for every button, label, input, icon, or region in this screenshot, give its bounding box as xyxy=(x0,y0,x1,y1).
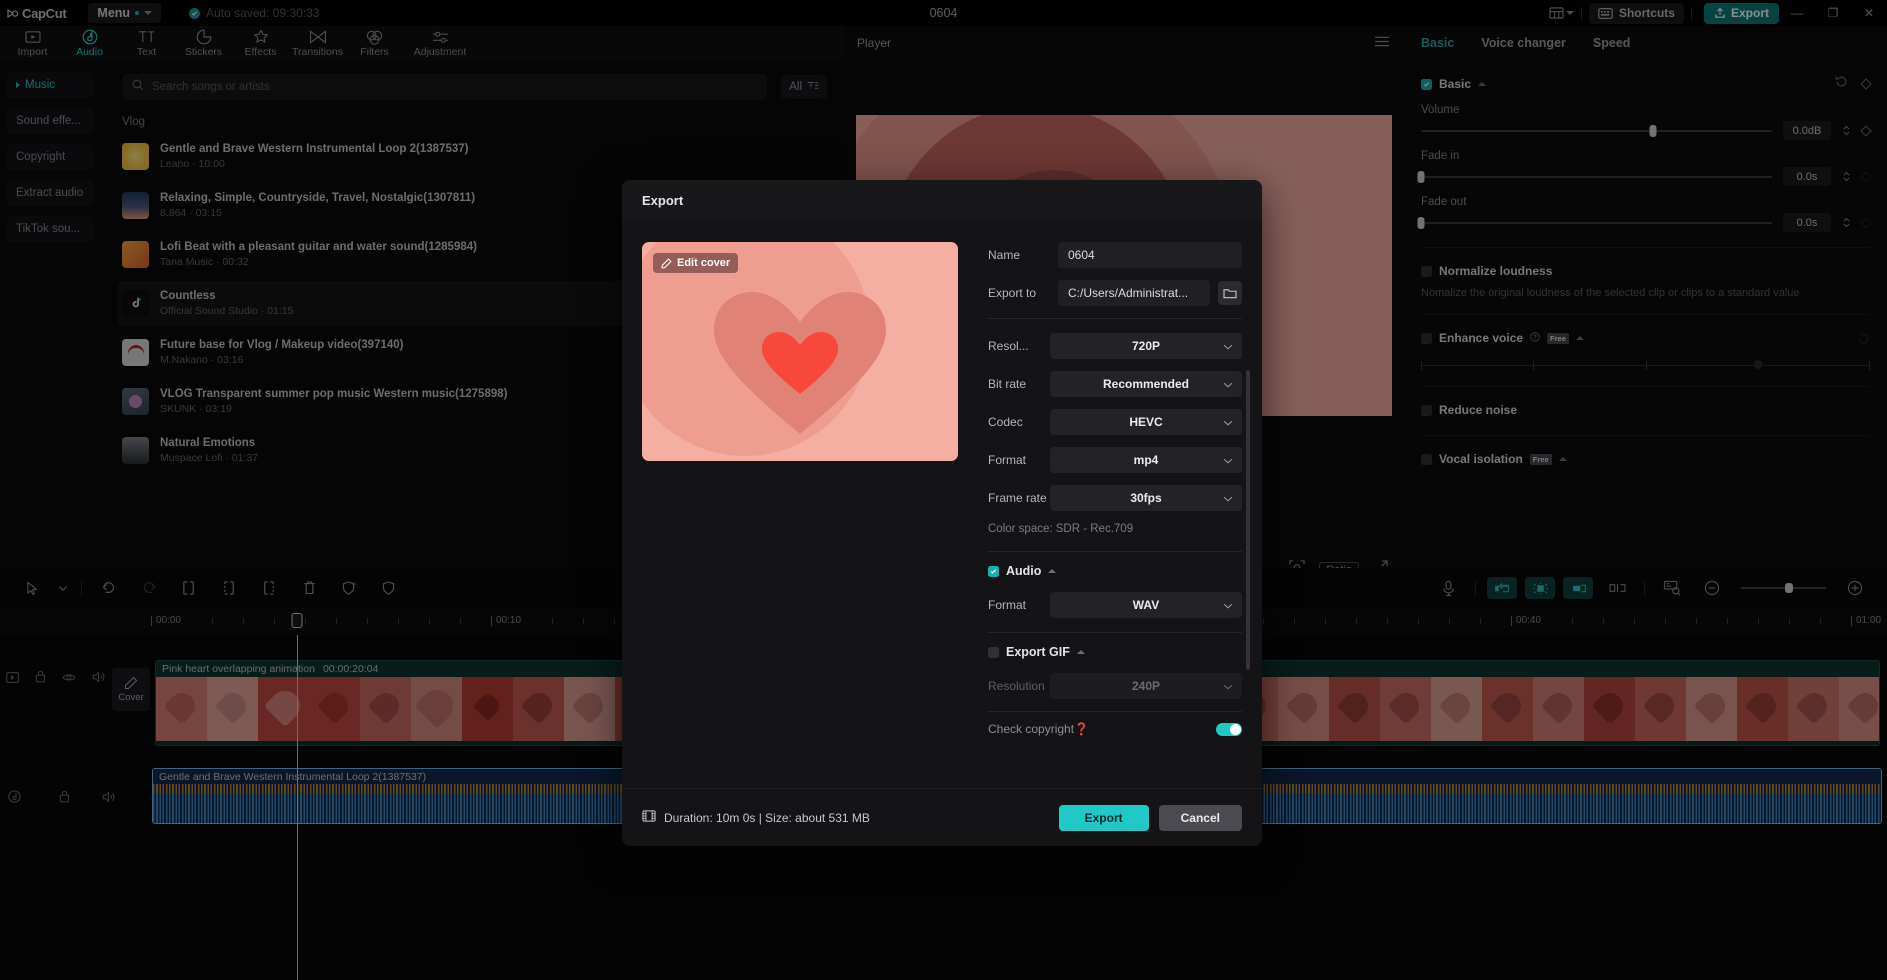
export-dialog-title: Export xyxy=(622,180,1262,220)
color-space-text: Color space: SDR - Rec.709 xyxy=(988,523,1134,535)
audio-checkbox[interactable] xyxy=(988,565,999,577)
copyright-label: Check copyright❓ xyxy=(988,722,1089,736)
folder-icon[interactable] xyxy=(1218,281,1242,305)
divider xyxy=(988,551,1242,552)
chevron-down-icon xyxy=(1223,491,1233,505)
film-icon xyxy=(642,809,656,826)
duration-text: Duration: 10m 0s | Size: about 531 MB xyxy=(664,810,870,825)
chevron-up-icon[interactable] xyxy=(1048,569,1057,573)
name-row: Name 0604 xyxy=(988,242,1242,268)
gif-section-title: Export GIF xyxy=(1006,645,1070,659)
export-fields: Name 0604 Export to C:/Users/Administrat… xyxy=(988,242,1250,738)
audio-format-select[interactable]: WAV xyxy=(1050,592,1242,618)
format-value: mp4 xyxy=(1133,453,1159,467)
copyright-toggle[interactable] xyxy=(1216,722,1242,736)
chevron-down-icon xyxy=(1223,377,1233,391)
bitrate-value: Recommended xyxy=(1102,377,1190,391)
export-to-label: Export to xyxy=(988,286,1037,300)
bitrate-row: Bit rate Recommended xyxy=(988,371,1242,397)
framerate-label: Frame rate xyxy=(988,491,1047,505)
audio-format-label: Format xyxy=(988,598,1027,612)
name-label: Name xyxy=(988,248,1021,262)
chevron-down-icon xyxy=(1223,679,1233,693)
chevron-down-icon xyxy=(1223,339,1233,353)
resolution-select[interactable]: 720P xyxy=(1050,333,1242,359)
modal-scrollbar[interactable] xyxy=(1246,370,1250,670)
audio-section-title: Audio xyxy=(1006,564,1042,578)
audio-section-header: Audio xyxy=(988,564,1242,578)
format-label: Format xyxy=(988,453,1027,467)
export-dialog: Export Edit cover Name 0604 Export to C:… xyxy=(622,180,1262,846)
cover-preview[interactable]: Edit cover xyxy=(642,242,958,461)
gif-resolution-row: Resolution 240P xyxy=(988,673,1242,699)
duration-info: Duration: 10m 0s | Size: about 531 MB xyxy=(642,809,870,826)
resolution-row: Resol... 720P xyxy=(988,333,1242,359)
heart-art xyxy=(714,292,886,434)
format-select[interactable]: mp4 xyxy=(1050,447,1242,473)
framerate-row: Frame rate 30fps xyxy=(988,485,1242,511)
chevron-down-icon xyxy=(1223,415,1233,429)
bitrate-select[interactable]: Recommended xyxy=(1050,371,1242,397)
codec-value: HEVC xyxy=(1129,415,1163,429)
framerate-select[interactable]: 30fps xyxy=(1050,485,1242,511)
capcut-window: CapCut Menu Auto saved: 09:30:33 0604 Sh… xyxy=(0,0,1887,980)
chevron-down-icon xyxy=(1223,453,1233,467)
format-row: Format mp4 xyxy=(988,447,1242,473)
gif-resolution-label: Resolution xyxy=(988,679,1045,693)
gif-section-header: Export GIF xyxy=(988,645,1242,659)
divider xyxy=(988,632,1242,633)
edit-cover-label: Edit cover xyxy=(677,257,731,269)
export-to-input[interactable]: C:/Users/Administrat... xyxy=(1058,280,1210,306)
export-dialog-footer: Duration: 10m 0s | Size: about 531 MB Ex… xyxy=(622,788,1262,846)
codec-row: Codec HEVC xyxy=(988,409,1242,435)
name-input[interactable]: 0604 xyxy=(1058,242,1242,268)
codec-select[interactable]: HEVC xyxy=(1050,409,1242,435)
audio-format-value: WAV xyxy=(1132,598,1160,612)
copyright-row: Check copyright❓ xyxy=(988,720,1242,738)
pencil-icon xyxy=(661,257,672,268)
export-dialog-body: Edit cover Name 0604 Export to C:/Users/… xyxy=(622,220,1262,738)
gif-resolution-select[interactable]: 240P xyxy=(1050,673,1242,699)
audio-format-row: Format WAV xyxy=(988,592,1242,618)
export-to-row: Export to C:/Users/Administrat... xyxy=(988,280,1242,306)
divider xyxy=(988,318,1242,319)
chevron-up-icon[interactable] xyxy=(1076,650,1085,654)
chevron-down-icon xyxy=(1223,598,1233,612)
framerate-value: 30fps xyxy=(1130,491,1162,505)
export-confirm-button[interactable]: Export xyxy=(1058,804,1149,831)
edit-cover-button[interactable]: Edit cover xyxy=(653,253,739,273)
gif-checkbox[interactable] xyxy=(988,646,999,658)
resolution-value: 720P xyxy=(1131,339,1161,353)
footer-buttons: Export Cancel xyxy=(1058,804,1242,831)
resolution-label: Resol... xyxy=(988,339,1029,353)
codec-label: Codec xyxy=(988,415,1023,429)
cancel-button[interactable]: Cancel xyxy=(1158,804,1242,831)
gif-resolution-value: 240P xyxy=(1131,679,1161,693)
bitrate-label: Bit rate xyxy=(988,377,1027,391)
divider xyxy=(988,711,1242,712)
toggle-thumb xyxy=(1230,723,1241,735)
